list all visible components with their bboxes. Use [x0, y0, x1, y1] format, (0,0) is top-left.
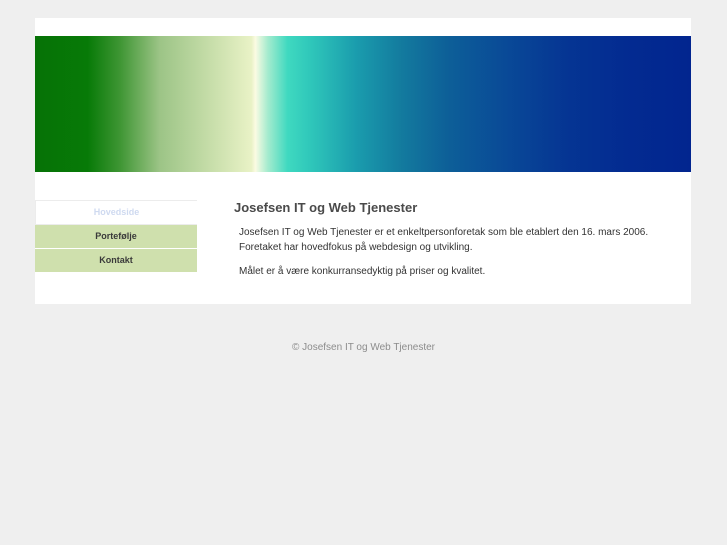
- nav-item-portefolje[interactable]: Portefølje: [35, 225, 197, 249]
- main-navigation: Hovedside Portefølje Kontakt: [35, 200, 197, 273]
- nav-item-kontakt[interactable]: Kontakt: [35, 249, 197, 273]
- page-title: Josefsen IT og Web Tjenester: [234, 200, 418, 215]
- footer-copyright: © Josefsen IT og Web Tjenester: [292, 342, 435, 353]
- goal-paragraph: Målet er å være konkurransedyktig på pri…: [239, 266, 486, 277]
- intro-paragraph: Josefsen IT og Web Tjenester er et enkel…: [239, 227, 649, 253]
- nav-item-hovedside[interactable]: Hovedside: [35, 200, 197, 225]
- page-container: Hovedside Portefølje Kontakt Josefsen IT…: [35, 18, 691, 304]
- main-content: Josefsen IT og Web Tjenester Josefsen IT…: [234, 200, 674, 288]
- header-banner: [35, 36, 691, 172]
